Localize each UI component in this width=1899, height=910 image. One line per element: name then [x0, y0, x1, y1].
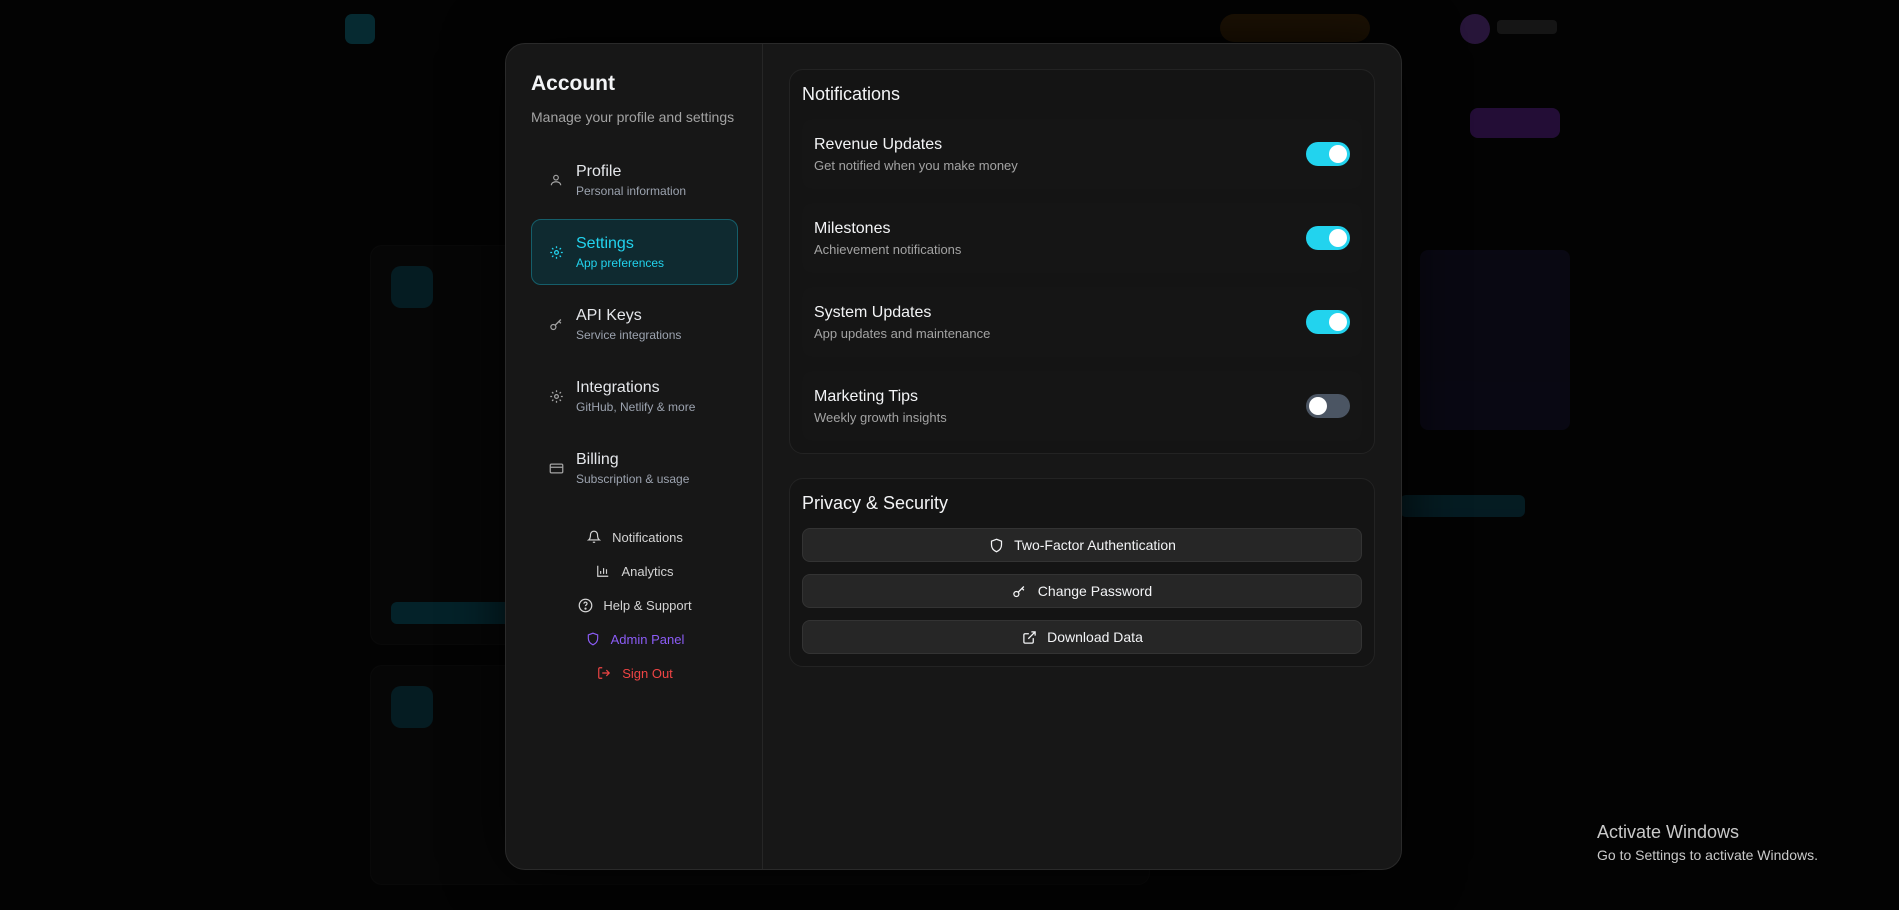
key-icon	[548, 316, 564, 332]
background-bar	[1400, 495, 1525, 517]
watermark-title: Activate Windows	[1597, 822, 1740, 842]
external-link-icon	[1021, 629, 1037, 645]
link-label: Admin Panel	[610, 631, 685, 647]
toggle-system-updates[interactable]	[1306, 310, 1350, 334]
two-factor-auth-button[interactable]: Two-Factor Authentication	[802, 528, 1362, 562]
toggle-milestones[interactable]	[1306, 226, 1350, 250]
button-label: Change Password	[1037, 583, 1153, 599]
nav-item-desc: Personal information	[576, 183, 687, 198]
key-icon	[1012, 583, 1028, 599]
background-panel	[1420, 250, 1570, 430]
download-data-button[interactable]: Download Data	[802, 620, 1362, 654]
nav-item-desc: GitHub, Netlify & more	[576, 399, 696, 414]
nav-item-api-keys[interactable]: API Keys Service integrations	[531, 291, 738, 357]
nav-item-label: Integrations	[576, 378, 660, 396]
nav-item-desc: Service integrations	[576, 327, 682, 342]
setting-desc: Weekly growth insights	[814, 409, 947, 425]
nav-item-profile[interactable]: Profile Personal information	[531, 147, 738, 213]
gear-icon	[548, 388, 564, 404]
button-label: Download Data	[1047, 629, 1143, 645]
setting-row-marketing-tips: Marketing Tips Weekly growth insights	[802, 371, 1362, 441]
nav-item-integrations[interactable]: Integrations GitHub, Netlify & more	[531, 363, 738, 429]
setting-row-revenue-updates: Revenue Updates Get notified when you ma…	[802, 119, 1362, 189]
modal-title: Account	[531, 72, 615, 95]
link-help-support[interactable]: Help & Support	[506, 588, 763, 622]
nav-item-label: Settings	[576, 234, 634, 252]
setting-desc: App updates and maintenance	[814, 325, 991, 341]
nav-item-billing[interactable]: Billing Subscription & usage	[531, 435, 738, 501]
windows-activation-watermark: Activate Windows Go to Settings to activ…	[1597, 822, 1818, 863]
modal-subtitle: Manage your profile and settings	[531, 109, 735, 125]
link-sign-out[interactable]: Sign Out	[506, 656, 763, 690]
setting-desc: Achievement notifications	[814, 241, 962, 257]
setting-desc: Get notified when you make money	[814, 157, 1018, 173]
gear-icon	[548, 244, 564, 260]
notifications-section: Notifications Revenue Updates Get notifi…	[789, 69, 1375, 454]
toggle-marketing-tips[interactable]	[1306, 394, 1350, 418]
link-label: Help & Support	[603, 597, 692, 613]
bell-icon	[586, 529, 602, 545]
change-password-button[interactable]: Change Password	[802, 574, 1362, 608]
module-card-icon	[391, 266, 433, 308]
app-logo-icon	[345, 14, 375, 44]
setting-title: Milestones	[814, 219, 891, 237]
account-modal: Account Manage your profile and settings…	[505, 43, 1402, 870]
section-title: Privacy & Security	[802, 493, 949, 513]
account-sidebar: Account Manage your profile and settings…	[506, 44, 763, 869]
help-circle-icon	[577, 597, 593, 613]
setting-title: Revenue Updates	[814, 135, 943, 153]
shield-icon	[585, 631, 601, 647]
user-icon	[548, 172, 564, 188]
link-label: Analytics	[621, 563, 674, 579]
toggle-knob	[1329, 145, 1347, 163]
link-notifications[interactable]: Notifications	[506, 520, 763, 554]
bar-chart-icon	[595, 563, 611, 579]
link-analytics[interactable]: Analytics	[506, 554, 763, 588]
page: Account Manage your profile and settings…	[0, 0, 1899, 910]
toggle-knob	[1309, 397, 1327, 415]
user-name-placeholder	[1497, 20, 1557, 34]
nav-item-desc: App preferences	[576, 255, 665, 270]
toggle-revenue-updates[interactable]	[1306, 142, 1350, 166]
toggle-knob	[1329, 229, 1347, 247]
link-admin-panel[interactable]: Admin Panel	[506, 622, 763, 656]
setting-row-system-updates: System Updates App updates and maintenan…	[802, 287, 1362, 357]
watermark-subtitle: Go to Settings to activate Windows.	[1597, 847, 1818, 863]
nav-item-label: API Keys	[576, 306, 642, 324]
nav-item-label: Profile	[576, 162, 622, 180]
avatar	[1460, 14, 1490, 44]
setting-title: System Updates	[814, 303, 932, 321]
link-label: Sign Out	[622, 665, 673, 681]
credit-card-icon	[548, 460, 564, 476]
privacy-section: Privacy & Security Two-Factor Authentica…	[789, 478, 1375, 667]
settings-content: Notifications Revenue Updates Get notifi…	[763, 44, 1401, 869]
quick-links: Notifications Analytics Help & Support A…	[506, 520, 763, 690]
nav-item-settings[interactable]: Settings App preferences	[531, 219, 738, 285]
module-card-icon	[391, 686, 433, 728]
toggle-knob	[1329, 313, 1347, 331]
new-module-button	[1470, 108, 1560, 138]
nav-item-label: Billing	[576, 450, 619, 468]
button-label: Two-Factor Authentication	[1014, 537, 1176, 553]
link-label: Notifications	[612, 529, 683, 545]
account-nav: Profile Personal information Settings Ap…	[531, 147, 738, 501]
section-title: Notifications	[802, 84, 901, 104]
logout-icon	[596, 665, 612, 681]
nav-item-desc: Subscription & usage	[576, 471, 690, 486]
shield-icon	[988, 537, 1004, 553]
setting-row-milestones: Milestones Achievement notifications	[802, 203, 1362, 273]
setting-title: Marketing Tips	[814, 387, 919, 405]
upgrade-badge	[1220, 14, 1370, 42]
